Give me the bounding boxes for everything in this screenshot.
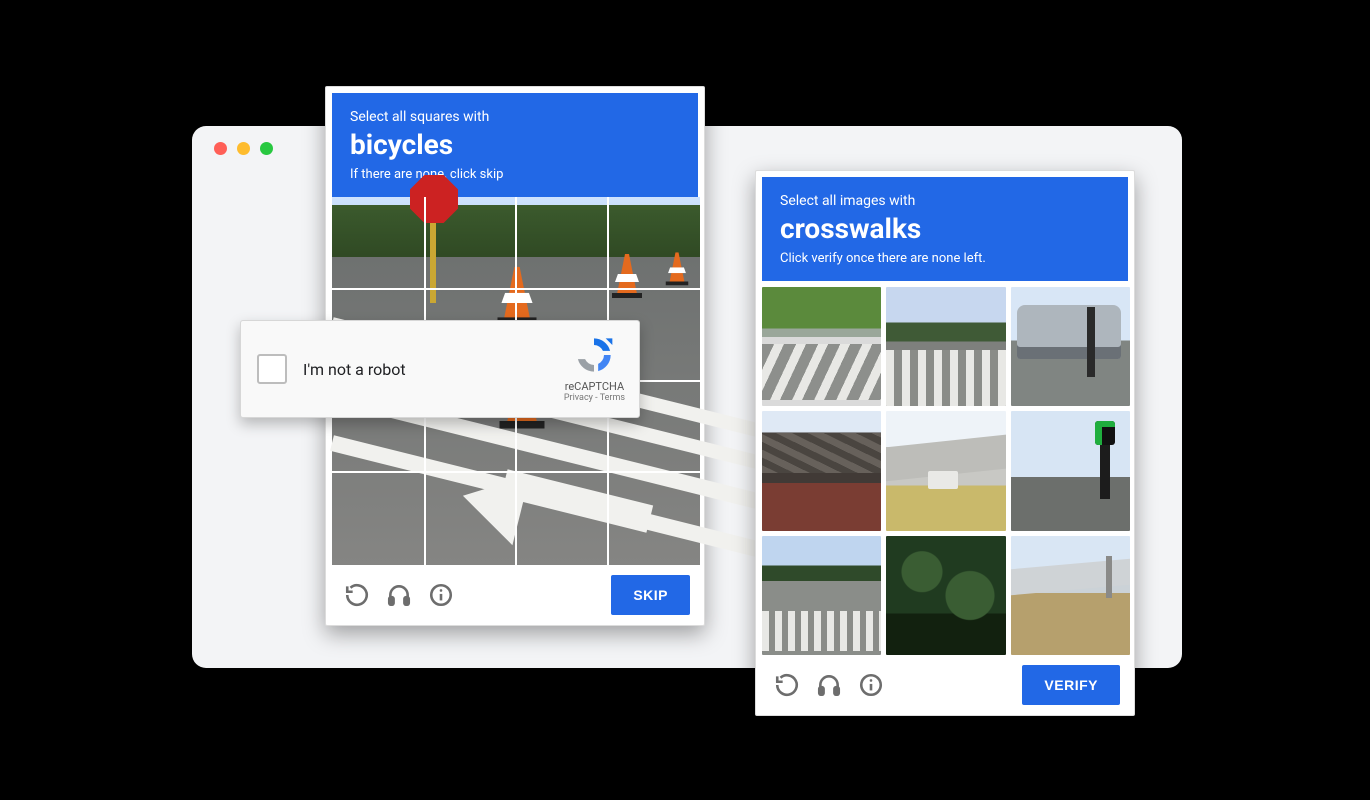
captcha-header-target: crosswalks bbox=[780, 212, 1110, 246]
skip-button[interactable]: SKIP bbox=[611, 575, 690, 615]
captcha-tile[interactable] bbox=[886, 536, 1005, 655]
recaptcha-label: I'm not a robot bbox=[303, 360, 564, 379]
captcha-tile[interactable] bbox=[1011, 536, 1130, 655]
captcha-header-pre: Select all squares with bbox=[350, 109, 680, 126]
captcha-tile[interactable] bbox=[1011, 411, 1130, 530]
headphones-icon[interactable] bbox=[816, 672, 842, 698]
recaptcha-brand-name: reCAPTCHA bbox=[565, 380, 624, 393]
recaptcha-logo-icon bbox=[574, 335, 614, 379]
verify-button[interactable]: VERIFY bbox=[1022, 665, 1120, 705]
headphones-icon[interactable] bbox=[386, 582, 412, 608]
captcha-tile[interactable] bbox=[762, 287, 881, 406]
captcha-cell[interactable] bbox=[332, 473, 424, 565]
captcha-header: Select all squares with bicycles If ther… bbox=[332, 93, 698, 197]
recaptcha-checkbox[interactable] bbox=[257, 354, 287, 384]
captcha-cell[interactable] bbox=[608, 197, 700, 289]
captcha-header: Select all images with crosswalks Click … bbox=[762, 177, 1128, 281]
captcha-header-pre: Select all images with bbox=[780, 193, 1110, 210]
recaptcha-legal-links: Privacy - Terms bbox=[564, 393, 625, 404]
window-traffic-lights bbox=[214, 142, 273, 155]
captcha-tile[interactable] bbox=[886, 287, 1005, 406]
captcha-challenge-crosswalks: Select all images with crosswalks Click … bbox=[755, 170, 1135, 716]
captcha-tile[interactable] bbox=[1011, 287, 1130, 406]
captcha-header-post: Click verify once there are none left. bbox=[780, 251, 1110, 267]
recaptcha-terms-link[interactable]: Terms bbox=[600, 393, 625, 403]
captcha-cell[interactable] bbox=[608, 473, 700, 565]
window-zoom-dot[interactable] bbox=[260, 142, 273, 155]
captcha-cell[interactable] bbox=[424, 473, 516, 565]
captcha-cell[interactable] bbox=[516, 473, 608, 565]
captcha-cell[interactable] bbox=[332, 197, 424, 289]
captcha-header-post: If there are none, click skip bbox=[350, 167, 680, 183]
captcha-tile[interactable] bbox=[762, 536, 881, 655]
reload-icon[interactable] bbox=[344, 582, 370, 608]
recaptcha-privacy-link[interactable]: Privacy bbox=[564, 393, 593, 403]
window-close-dot[interactable] bbox=[214, 142, 227, 155]
info-icon[interactable] bbox=[428, 582, 454, 608]
captcha-tile[interactable] bbox=[886, 411, 1005, 530]
reload-icon[interactable] bbox=[774, 672, 800, 698]
captcha-footer: SKIP bbox=[332, 565, 698, 619]
recaptcha-brand: reCAPTCHA Privacy - Terms bbox=[564, 335, 625, 404]
captcha-footer: VERIFY bbox=[762, 655, 1128, 709]
captcha-tile[interactable] bbox=[762, 411, 881, 530]
captcha-header-target: bicycles bbox=[350, 128, 680, 162]
captcha-cell[interactable] bbox=[424, 197, 516, 289]
captcha-cell[interactable] bbox=[516, 197, 608, 289]
recaptcha-anchor-widget: I'm not a robot reCAPTCHA Privacy - Term… bbox=[240, 320, 640, 418]
info-icon[interactable] bbox=[858, 672, 884, 698]
captcha-image-grid-3x3 bbox=[762, 287, 1130, 655]
legal-separator: - bbox=[593, 393, 600, 403]
window-minimize-dot[interactable] bbox=[237, 142, 250, 155]
